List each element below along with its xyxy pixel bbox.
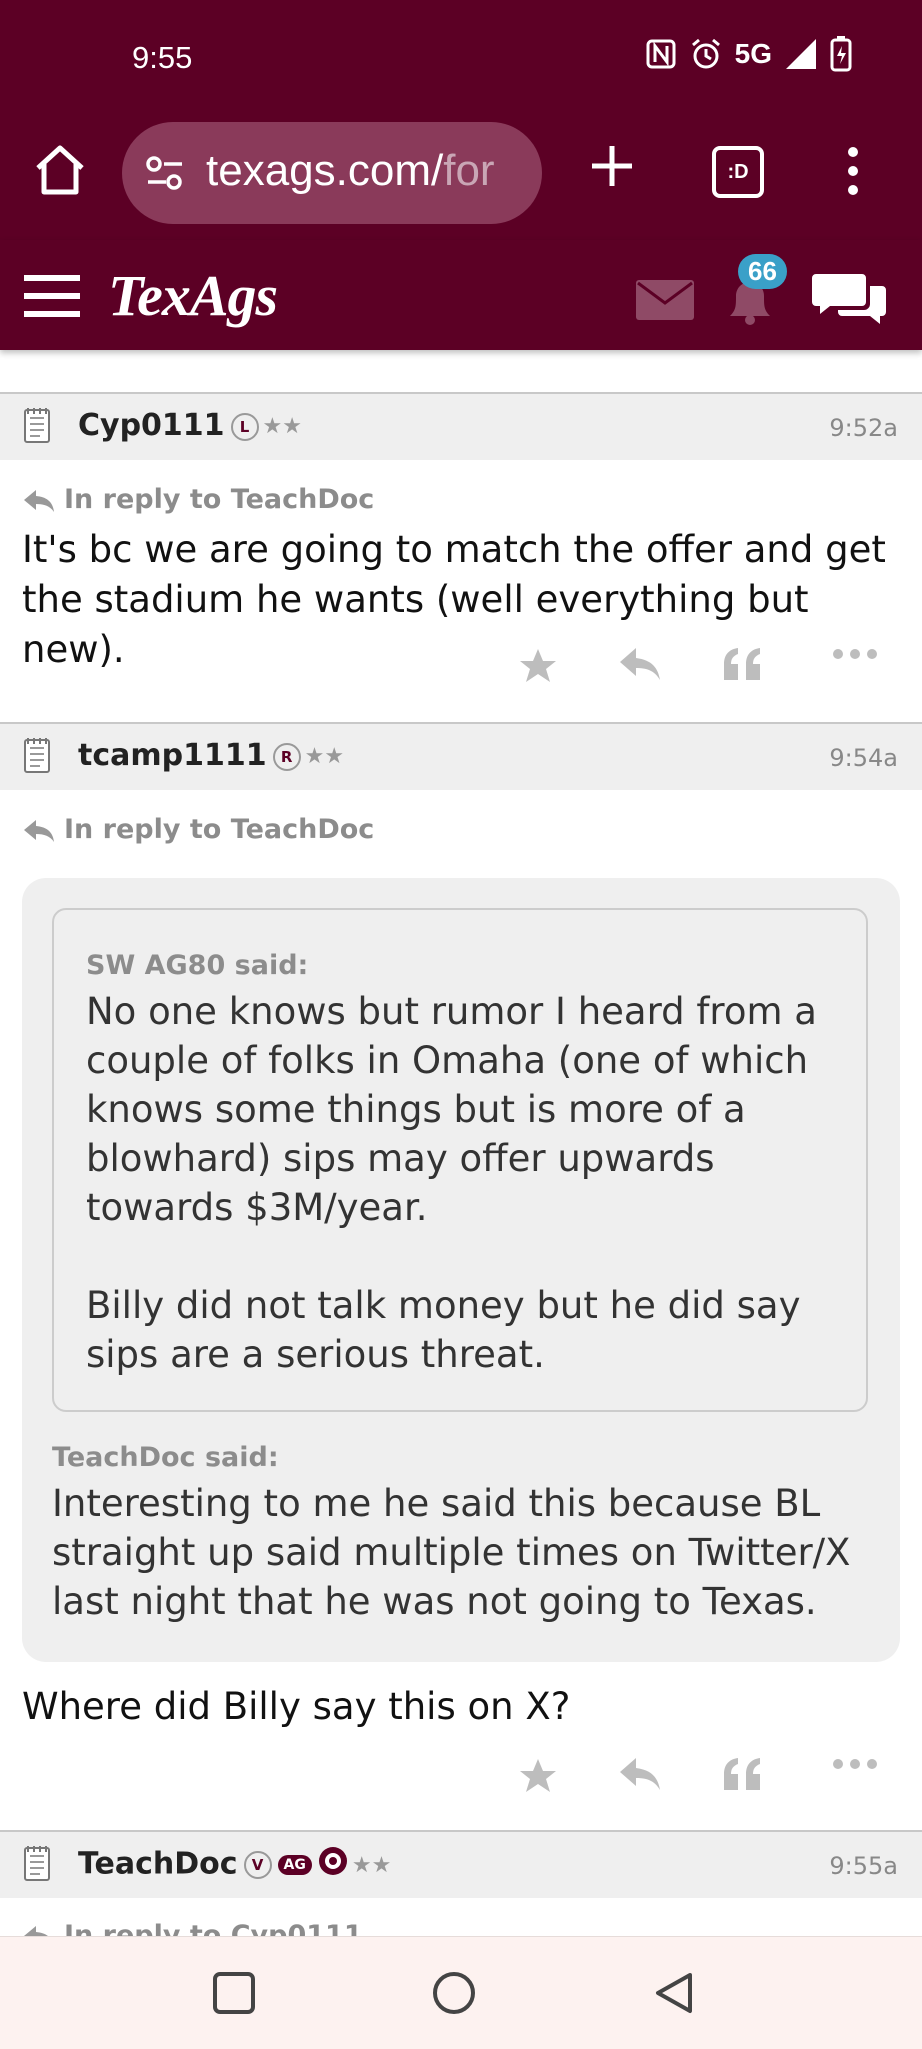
reply-reference-text: In reply to TeachDoc <box>64 814 375 845</box>
quote-icon[interactable] <box>722 1756 762 1796</box>
reply-icon[interactable] <box>618 1756 662 1796</box>
quote-text: Billy did not talk money but he did say … <box>86 1284 801 1376</box>
reply-arrow-icon <box>24 819 54 842</box>
post-header: TeachDoc V AG ★★ 9:55a <box>0 1832 922 1898</box>
quote-text: Interesting to me he said this because B… <box>52 1482 851 1623</box>
post-header: tcamp1111 R ★★ 9:54a <box>0 724 922 790</box>
quote-text: No one knows but rumor I heard from a co… <box>86 990 817 1229</box>
post-username[interactable]: tcamp1111 R ★★ <box>78 738 344 773</box>
post-header: Cyp0111 L ★★ 9:52a <box>0 394 922 460</box>
post-username[interactable]: TeachDoc V AG ★★ <box>78 1846 391 1884</box>
user-badge: R <box>272 742 301 771</box>
reply-arrow-icon <box>24 1925 49 1936</box>
reply-arrow-icon <box>24 489 54 512</box>
post-time: 9:55a <box>829 1852 898 1880</box>
quote-block: SW AG80 said: No one knows but rumor I h… <box>22 878 900 1662</box>
document-icon <box>22 736 54 780</box>
user-badge: V <box>243 1851 272 1879</box>
hamburger-menu-icon[interactable] <box>24 274 80 322</box>
quote-author: TeachDoc said: <box>52 1442 279 1473</box>
status-bar: 9:55 5G <box>0 0 922 120</box>
mail-icon[interactable] <box>636 280 694 324</box>
post-actions <box>500 1756 900 1806</box>
reply-reference[interactable]: In reply to Cyp0111 <box>22 1920 363 1936</box>
quote-author: SW AG80 said: <box>86 950 309 981</box>
site-header: TexAgs 66 <box>0 240 922 350</box>
username-text: Cyp0111 <box>78 408 225 443</box>
browser-toolbar: texags.com/for :D <box>0 110 922 240</box>
nested-quote: SW AG80 said: No one knows but rumor I h… <box>52 908 868 1412</box>
url-text[interactable]: texags.com/for <box>206 146 526 196</box>
partial-reply-area: In reply to Cyp0111 <box>0 1898 922 1936</box>
username-text: TeachDoc <box>78 1846 238 1882</box>
star-icon[interactable] <box>518 1756 558 1800</box>
post-time: 9:52a <box>829 414 898 442</box>
network-label: 5G <box>734 38 772 69</box>
site-logo[interactable]: TexAgs <box>108 262 278 329</box>
post-actions <box>500 646 900 696</box>
new-tab-icon[interactable] <box>584 138 640 198</box>
star-icon[interactable] <box>518 646 558 690</box>
quote-icon[interactable] <box>722 646 762 686</box>
system-nav-bar <box>0 1936 922 2049</box>
username-text: tcamp1111 <box>78 738 267 773</box>
user-stars: ★★ <box>351 1852 392 1878</box>
home-nav-icon[interactable] <box>432 1971 476 2019</box>
url-main: texags.com/ <box>206 146 444 195</box>
ag-badge: AG <box>277 1855 312 1875</box>
alarm-icon <box>689 37 723 71</box>
address-bar[interactable]: texags.com/for <box>122 122 542 224</box>
battery-icon <box>830 36 852 72</box>
url-faded: for <box>443 146 495 195</box>
more-options-icon[interactable] <box>832 1756 878 1775</box>
reply-reference[interactable]: In reply to TeachDoc <box>22 814 374 845</box>
chat-icon[interactable] <box>812 268 888 332</box>
user-badge: L <box>230 412 259 441</box>
notification-badge: 66 <box>738 254 787 289</box>
document-icon <box>22 406 54 450</box>
more-menu-icon[interactable] <box>846 146 860 200</box>
document-icon <box>22 1844 54 1888</box>
home-icon[interactable] <box>30 140 94 204</box>
status-time: 9:55 <box>132 40 193 75</box>
signal-icon <box>784 37 818 71</box>
reply-reference-text: In reply to Cyp0111 <box>64 1920 363 1936</box>
recents-icon[interactable] <box>212 1971 256 2019</box>
reply-reference-text: In reply to TeachDoc <box>64 484 375 515</box>
status-icons: 5G <box>645 36 852 72</box>
reply-reference[interactable]: In reply to TeachDoc <box>22 484 374 515</box>
site-settings-icon[interactable] <box>144 152 186 198</box>
tab-switcher-button[interactable]: :D <box>712 146 764 198</box>
reply-icon[interactable] <box>618 646 662 686</box>
post-username[interactable]: Cyp0111 L ★★ <box>78 408 302 443</box>
nfc-icon <box>645 38 677 70</box>
more-options-icon[interactable] <box>832 646 878 665</box>
user-stars: ★★ <box>304 744 345 769</box>
user-stars: ★★ <box>262 414 302 439</box>
team-logo-icon <box>318 1846 348 1884</box>
back-icon[interactable] <box>652 1971 696 2019</box>
post-body: Where did Billy say this on X? <box>22 1685 571 1728</box>
post-time: 9:54a <box>829 744 898 772</box>
